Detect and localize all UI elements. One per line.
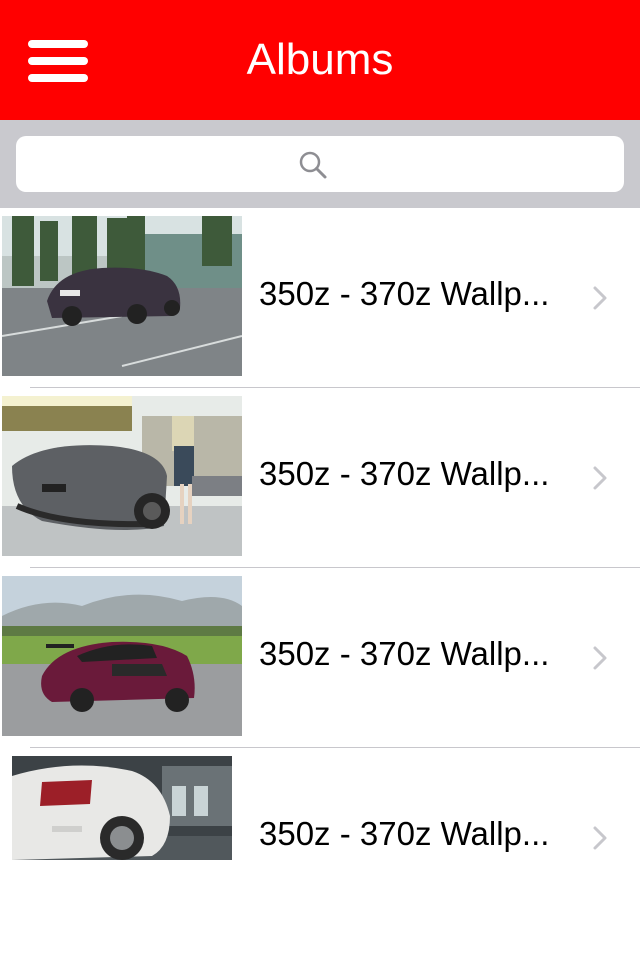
page-title: Albums bbox=[246, 35, 394, 84]
album-row[interactable]: 350z - 370z Wallp... bbox=[0, 208, 640, 388]
album-thumbnail bbox=[2, 576, 242, 736]
album-title: 350z - 370z Wallp... bbox=[259, 635, 550, 672]
chevron-right-icon bbox=[593, 646, 607, 670]
dark-car-photo bbox=[2, 216, 242, 376]
album-row[interactable]: 350z - 370z Wallp... bbox=[0, 568, 640, 748]
album-thumbnail bbox=[2, 216, 242, 376]
chevron-right-icon bbox=[593, 826, 607, 850]
navigation-bar: Albums bbox=[0, 0, 640, 120]
search-input[interactable] bbox=[16, 136, 624, 192]
album-thumbnail bbox=[2, 396, 242, 556]
white-car-photo bbox=[12, 756, 232, 860]
album-title: 350z - 370z Wallp... bbox=[259, 455, 550, 492]
grey-car-photo bbox=[2, 396, 242, 556]
album-row[interactable]: 350z - 370z Wallp... bbox=[0, 748, 640, 928]
album-thumbnail bbox=[12, 756, 232, 860]
search-bar bbox=[0, 120, 640, 208]
album-title: 350z - 370z Wallp... bbox=[259, 275, 550, 312]
album-row[interactable]: 350z - 370z Wallp... bbox=[0, 388, 640, 568]
album-title: 350z - 370z Wallp... bbox=[259, 815, 550, 852]
chevron-right-icon bbox=[593, 466, 607, 490]
chevron-right-icon bbox=[593, 286, 607, 310]
purple-car-photo bbox=[2, 576, 242, 736]
